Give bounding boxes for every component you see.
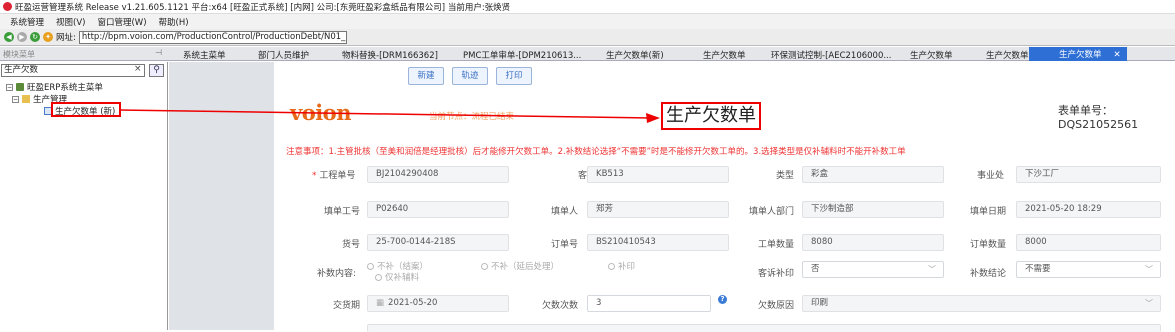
help-icon[interactable]: ?	[718, 295, 727, 304]
filler-no-field[interactable]: P02640	[367, 201, 509, 218]
tab-material-replace[interactable]: 物料替换-[DRM166362]	[342, 49, 438, 61]
division-field[interactable]: 下沙工厂	[1016, 166, 1161, 183]
forward-icon[interactable]: ▶	[17, 32, 27, 42]
collapse-icon[interactable]: −	[12, 95, 19, 103]
tab-debt-active[interactable]: 生产欠数单 ✕	[1029, 47, 1127, 61]
type-field[interactable]: 彩盒	[802, 166, 944, 183]
pin-icon[interactable]: ⊣	[155, 48, 162, 57]
filler-label: 填单人	[550, 207, 578, 217]
window-titlebar: 旺盈运营管理系统 Release v1.21.605.1121 平台:x64 […	[0, 0, 1175, 14]
window-title: 旺盈运营管理系统 Release v1.21.605.1121 平台:x64 […	[15, 2, 511, 13]
app-icon	[3, 2, 12, 11]
org-icon	[16, 83, 24, 91]
search-button[interactable]: ⚲	[149, 64, 164, 77]
chevron-down-icon: ﹀	[1145, 265, 1153, 274]
order-qty-label: 订单数量	[969, 240, 1006, 250]
tab-pmc-review[interactable]: PMC工单审单-[DPM210613...	[463, 49, 581, 61]
highlight-box-tree	[51, 102, 121, 117]
fill-date-label: 填单日期	[969, 207, 1006, 217]
back-icon[interactable]: ◀	[4, 32, 14, 42]
supplement-label: 补数内容:	[316, 269, 356, 279]
radio-no-supplement-defer[interactable]: 不补（延后处理）	[481, 260, 559, 272]
radio-accessory-only[interactable]: 仅补辅料	[375, 271, 419, 283]
menu-item-system[interactable]: 系统管理	[10, 16, 44, 28]
radio-circle-icon	[608, 263, 615, 270]
work-order-field[interactable]: BJ2104290408	[367, 166, 509, 183]
print-button[interactable]: 打印	[496, 67, 532, 85]
clear-icon[interactable]: ×	[134, 64, 142, 74]
filler-dept-label: 填单人部门	[748, 207, 794, 217]
folder-icon	[22, 95, 30, 103]
form-area: 新建 轨迹 打印 voion 当前节点：流程已结束 生产欠数单 表单单号：DQS…	[274, 62, 1175, 332]
content-gutter	[169, 62, 274, 330]
debt-count-field[interactable]: 3	[587, 295, 711, 312]
chevron-down-icon: ﹀	[1145, 299, 1153, 308]
complaint-reprint-label: 客诉补印	[757, 269, 794, 279]
filler-dept-field[interactable]: 下沙制造部	[802, 201, 944, 218]
item-no-label: 货号	[341, 240, 360, 250]
new-button[interactable]: 新建	[408, 67, 444, 85]
tab-close-icon[interactable]: ✕	[1114, 50, 1121, 60]
tab-active-label: 生产欠数单	[1059, 50, 1102, 60]
calendar-icon: ▦	[376, 298, 385, 308]
menu-item-window[interactable]: 窗口管理(W)	[97, 16, 146, 28]
division-label: 事业处	[976, 171, 1004, 181]
next-row-field	[367, 324, 1161, 332]
tab-eco-test[interactable]: 环保测试控制-[AEC2106000...	[771, 49, 891, 61]
tree-root-label: 旺盈ERP系统主菜单	[27, 83, 103, 93]
tab-bar: 模块菜单 ⊣ 系统主菜单 部门人员维护 物料替换-[DRM166362] PMC…	[0, 47, 1175, 61]
radio-reprint[interactable]: 补印	[608, 260, 635, 272]
radio-circle-icon	[481, 263, 488, 270]
order-qty-field[interactable]: 8000	[1016, 234, 1161, 251]
radio-circle-icon	[367, 263, 374, 270]
filler-no-label: 填单工号	[323, 207, 360, 217]
company-logo: voion	[290, 100, 351, 125]
delivery-field[interactable]: ▦ 2021-05-20	[367, 295, 509, 312]
menu-item-view[interactable]: 视图(V)	[56, 16, 85, 28]
wo-qty-label: 工单数量	[757, 240, 794, 250]
filler-field[interactable]: 郑芳	[587, 201, 729, 218]
tab-debt-4[interactable]: 生产欠数单	[986, 49, 1029, 61]
debt-count-label: 欠数次数	[541, 301, 578, 311]
tab-dept-staff[interactable]: 部门人员维护	[258, 49, 309, 61]
tab-main-menu[interactable]: 系统主菜单	[183, 49, 226, 61]
module-search-row: 生产欠数 × ⚲	[0, 64, 168, 78]
type-label: 类型	[775, 171, 794, 181]
track-button[interactable]: 轨迹	[452, 67, 488, 85]
menu-item-help[interactable]: 帮助(H)	[159, 16, 189, 28]
delivery-label: 交货期	[332, 301, 360, 311]
tree-root[interactable]: − 旺盈ERP系统主菜单	[6, 81, 103, 93]
conclusion-select[interactable]: 不需要 ﹀	[1016, 261, 1161, 278]
menu-bar: 系统管理 视图(V) 窗口管理(W) 帮助(H)	[0, 14, 1175, 29]
address-label: 网址:	[56, 33, 76, 43]
form-title: 生产欠数单	[661, 102, 761, 130]
reason-select[interactable]: 印刷 ﹀	[802, 295, 1161, 312]
tab-debt-2[interactable]: 生产欠数单	[703, 49, 746, 61]
order-no-label: 订单号	[550, 240, 578, 250]
address-bar: ◀ ▶ ↻ ✦ 网址: http://bpm.voion.com/Product…	[0, 29, 1175, 46]
tab-debt-new[interactable]: 生产欠数单(新)	[606, 49, 664, 61]
customer-field[interactable]: KB513	[587, 166, 729, 183]
bill-number: 表单单号：DQS21052561	[1058, 104, 1139, 131]
radio-circle-icon	[375, 274, 382, 281]
module-search-input[interactable]: 生产欠数	[1, 64, 145, 77]
item-no-field[interactable]: 25-700-0144-218S	[367, 234, 509, 251]
fill-date-field[interactable]: 2021-05-20 18:29	[1016, 201, 1161, 218]
collapse-icon[interactable]: −	[6, 83, 13, 91]
chevron-down-icon: ﹀	[928, 265, 936, 274]
wo-qty-field[interactable]: 8080	[802, 234, 944, 251]
work-order-label: * 工程单号	[312, 171, 356, 181]
conclusion-label: 补数结论	[969, 269, 1006, 279]
complaint-reprint-select[interactable]: 否 ﹀	[802, 261, 944, 278]
module-menu-label: 模块菜单	[3, 50, 35, 59]
tab-debt-3[interactable]: 生产欠数单	[910, 49, 953, 61]
refresh-icon[interactable]: ↻	[30, 32, 40, 42]
notice-text: 注意事项：1.主管批核（至美和润倍是经理批核）后才能修开欠数工单。2.补数结论选…	[286, 147, 906, 157]
current-node-status: 当前节点：流程已结束	[429, 112, 515, 122]
address-input[interactable]: http://bpm.voion.com/ProductionControl/P…	[78, 30, 347, 44]
order-no-field[interactable]: BS210410543	[587, 234, 729, 251]
reason-label: 欠数原因	[757, 301, 794, 311]
home-icon[interactable]: ✦	[43, 32, 53, 42]
